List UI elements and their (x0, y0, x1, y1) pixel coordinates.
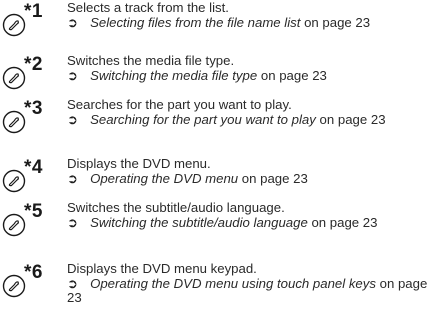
callout-number: *1 (24, 1, 43, 22)
page-reference: ➲ Selecting files from the file name list… (67, 14, 429, 31)
callout-text: Displays the DVD menu. ➲ Operating the DV… (67, 156, 429, 187)
callout-badge: *5 (2, 201, 64, 241)
reference-page: on page 23 (300, 14, 371, 30)
callout-text: Switches the media file type. ➲ Switching… (67, 53, 429, 84)
callout-description: Switches the media file type. (67, 53, 235, 68)
callout-description: Displays the DVD menu. (67, 156, 211, 171)
arrow-icon: ➲ (67, 275, 79, 291)
touch-key-icon (2, 66, 26, 90)
page-reference: ➲ Switching the subtitle/audio language o… (67, 214, 429, 231)
touch-key-icon (2, 13, 26, 37)
callout-number: *2 (24, 54, 43, 75)
touch-key-icon (2, 274, 26, 298)
callout-number: *6 (24, 262, 43, 283)
callout-badge: *4 (2, 157, 64, 197)
arrow-icon: ➲ (67, 170, 79, 186)
page-reference: ➲ Operating the DVD menu using touch pane… (67, 275, 429, 306)
reference-link[interactable]: Selecting files from the file name list (90, 15, 300, 30)
callout-description: Selects a track from the list. (67, 0, 229, 15)
callout-text: Displays the DVD menu keypad. ➲ Operating… (67, 261, 429, 306)
reference-link[interactable]: Operating the DVD menu (90, 171, 238, 186)
touch-key-icon (2, 213, 26, 237)
callout-text: Selects a track from the list. ➲ Selectin… (67, 0, 429, 31)
reference-link[interactable]: Searching for the part you want to play (90, 112, 316, 127)
callout-description: Searches for the part you want to play. (67, 97, 292, 112)
arrow-icon: ➲ (67, 111, 79, 127)
callout-badge: *3 (2, 98, 64, 138)
callout-text: Searches for the part you want to play. … (67, 97, 429, 128)
page-reference: ➲ Searching for the part you want to play… (67, 111, 429, 128)
reference-page: on page 23 (315, 111, 386, 127)
reference-page: on page 23 (238, 170, 308, 186)
reference-link[interactable]: Switching the media file type (90, 68, 257, 83)
callout-badge: *6 (2, 262, 64, 302)
touch-key-icon (2, 169, 26, 193)
callout-number: *5 (24, 201, 43, 222)
reference-link[interactable]: Switching the subtitle/audio language (90, 215, 308, 230)
callout-badge: *1 (2, 1, 64, 41)
page-reference: ➲ Switching the media file type on page 2… (67, 67, 429, 84)
page-reference: ➲ Operating the DVD menu on page 23 (67, 170, 429, 187)
callout-description: Displays the DVD menu keypad. (67, 261, 257, 276)
reference-link[interactable]: Operating the DVD menu using touch panel… (90, 276, 376, 291)
callout-number: *3 (24, 98, 43, 119)
callout-text: Switches the subtitle/audio language. ➲ S… (67, 200, 429, 231)
callout-number: *4 (24, 157, 43, 178)
reference-page: on page 23 (257, 67, 327, 83)
callout-description: Switches the subtitle/audio language. (67, 200, 285, 215)
arrow-icon: ➲ (67, 14, 79, 30)
callout-badge: *2 (2, 54, 64, 94)
arrow-icon: ➲ (67, 214, 79, 230)
arrow-icon: ➲ (67, 67, 79, 83)
reference-page: on page 23 (307, 214, 378, 230)
touch-key-icon (2, 110, 26, 134)
